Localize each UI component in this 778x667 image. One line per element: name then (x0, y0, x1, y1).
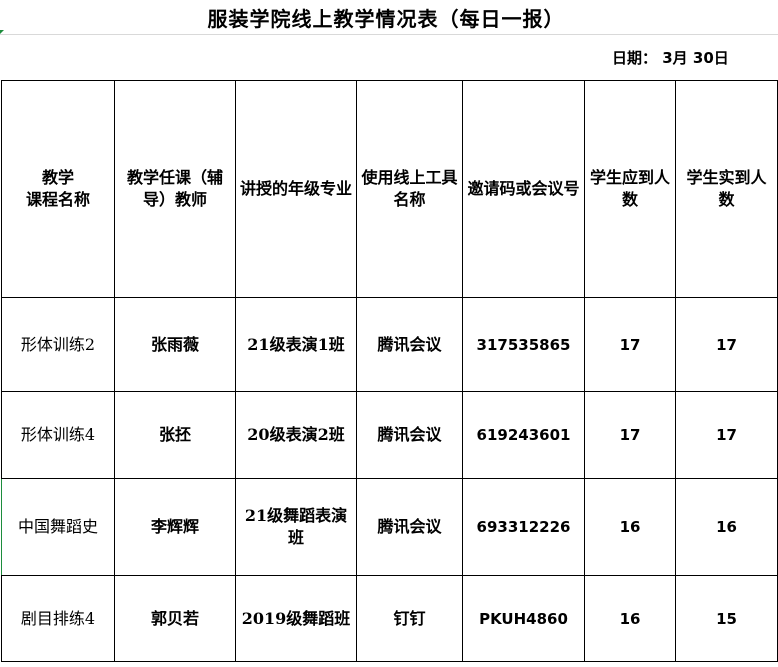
cell-actual[interactable]: 17 (675, 391, 778, 479)
cell-expected[interactable]: 17 (584, 391, 676, 479)
cell-code[interactable]: 619243601 (462, 391, 585, 479)
cell-code[interactable]: 317535865 (462, 297, 585, 392)
cell-course[interactable]: 剧目排练4 (1, 575, 115, 662)
cell-course[interactable]: 形体训练2 (1, 297, 115, 392)
sheet-title-text: 服装学院线上教学情况表（每日一报） (207, 6, 565, 31)
cell-actual[interactable]: 15 (675, 575, 778, 662)
header-row: 教学 课程名称 教学任课（辅导）教师 讲授的年级专业 使用线上工具名称 邀请码或… (1, 80, 778, 298)
date-label: 日期： 3月 30日 (612, 49, 729, 67)
cell-class[interactable]: 2019级舞蹈班 (235, 575, 357, 662)
cell-code[interactable]: PKUH4860 (462, 575, 585, 662)
teaching-table: 教学 课程名称 教学任课（辅导）教师 讲授的年级专业 使用线上工具名称 邀请码或… (1, 80, 778, 662)
cell-teacher[interactable]: 张雨薇 (114, 297, 236, 392)
table-row: 中国舞蹈史 李辉辉 21级舞蹈表演班 腾讯会议 693312226 16 16 (1, 478, 778, 576)
table-row: 形体训练2 张雨薇 21级表演1班 腾讯会议 317535865 17 17 (1, 297, 778, 392)
cell-class[interactable]: 20级表演2班 (235, 391, 357, 479)
header-tool[interactable]: 使用线上工具名称 (356, 80, 463, 298)
cell-tool[interactable]: 腾讯会议 (356, 478, 463, 576)
cell-class[interactable]: 21级舞蹈表演班 (235, 478, 357, 576)
date-row: 日期： 3月 30日 (0, 34, 778, 80)
header-actual[interactable]: 学生实到人数 (675, 80, 778, 298)
cell-teacher[interactable]: 郭贝若 (114, 575, 236, 662)
cell-class[interactable]: 21级表演1班 (235, 297, 357, 392)
cell-tool[interactable]: 钉钉 (356, 575, 463, 662)
header-code[interactable]: 邀请码或会议号 (462, 80, 585, 298)
sheet-title: 服装学院线上教学情况表（每日一报） (0, 0, 778, 35)
cell-expected[interactable]: 17 (584, 297, 676, 392)
cell-expected[interactable]: 16 (584, 575, 676, 662)
header-course[interactable]: 教学 课程名称 (1, 80, 115, 298)
cell-tool[interactable]: 腾讯会议 (356, 297, 463, 392)
cell-actual[interactable]: 17 (675, 297, 778, 392)
cell-actual[interactable]: 16 (675, 478, 778, 576)
cell-tool[interactable]: 腾讯会议 (356, 391, 463, 479)
table-row: 形体训练4 张抷 20级表演2班 腾讯会议 619243601 17 17 (1, 391, 778, 479)
spreadsheet: 服装学院线上教学情况表（每日一报） 日期： 3月 30日 教学 课程名称 教学任… (0, 0, 778, 667)
cell-expected[interactable]: 16 (584, 478, 676, 576)
table-row: 剧目排练4 郭贝若 2019级舞蹈班 钉钉 PKUH4860 16 15 (1, 575, 778, 662)
header-expected[interactable]: 学生应到人数 (584, 80, 676, 298)
cell-teacher[interactable]: 李辉辉 (114, 478, 236, 576)
cell-course[interactable]: 形体训练4 (1, 391, 115, 479)
header-class[interactable]: 讲授的年级专业 (235, 80, 357, 298)
cell-course[interactable]: 中国舞蹈史 (1, 478, 115, 576)
header-teacher[interactable]: 教学任课（辅导）教师 (114, 80, 236, 298)
cell-teacher[interactable]: 张抷 (114, 391, 236, 479)
cell-code[interactable]: 693312226 (462, 478, 585, 576)
